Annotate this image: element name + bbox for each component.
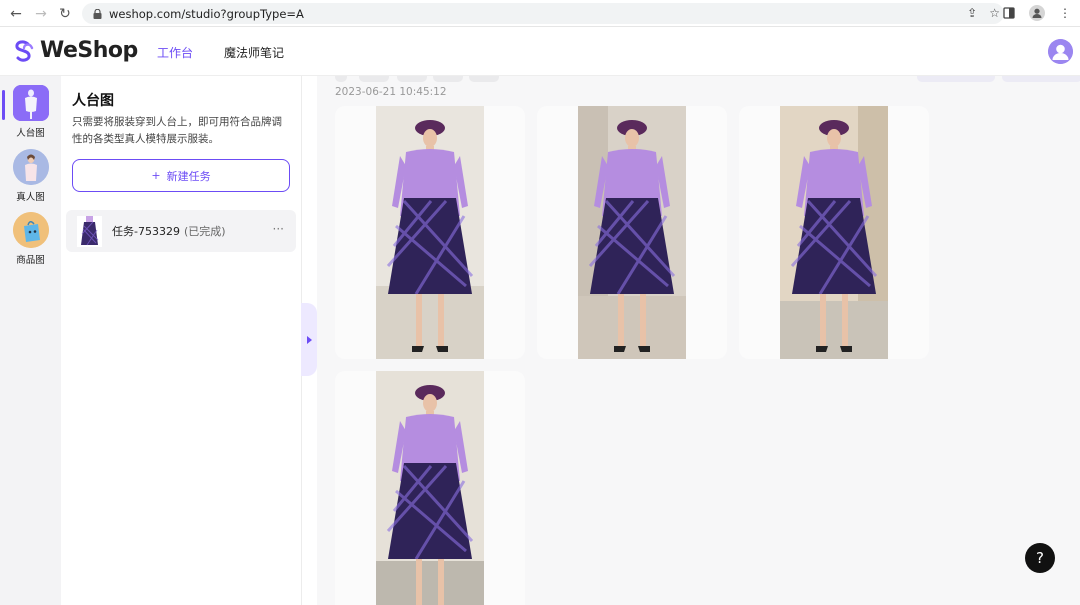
back-icon[interactable]: ← [4,2,28,26]
result-timestamp: 2023-06-21 10:45:12 [335,86,447,98]
result-image-card[interactable] [537,106,727,359]
task-status: (已完成) [183,225,226,238]
category-rail: 人台图 真人图 商品图 [0,76,61,605]
panel-description: 只需要将服装穿到人台上，即可用符合品牌调性的各类型真人模特展示服装。 [72,116,282,145]
task-name: 任务-753329 [112,225,180,238]
rail-label: 商品图 [16,255,45,266]
brand-logo[interactable]: WeShop [12,38,138,63]
toolbar-stub [433,76,463,82]
mannequin-icon [12,85,49,121]
toolbar-stub [469,76,499,82]
task-panel: 人台图 只需要将服装穿到人台上，即可用符合品牌调性的各类型真人模特展示服装。 +… [61,76,302,605]
toolbar-stub [359,76,389,82]
help-button[interactable]: ? [1025,543,1055,573]
toolbar-stub [1002,76,1080,82]
rail-label: 人台图 [16,128,45,139]
nav-magician-notes[interactable]: 魔法师笔记 [224,44,284,61]
bookmark-star-icon[interactable]: ☆ [989,6,1000,20]
brand-name: WeShop [40,38,138,63]
result-image-card[interactable] [335,106,525,359]
rail-item-product[interactable]: 商品图 [0,212,61,266]
browser-menu-icon[interactable]: ⋮ [1056,4,1074,22]
reload-icon[interactable]: ↻ [53,2,77,26]
lock-icon [92,8,102,19]
new-task-label: 新建任务 [166,169,211,183]
panel-collapse-handle[interactable] [301,303,317,376]
plus-icon: + [151,169,161,182]
nav-workbench[interactable]: 工作台 [157,44,193,61]
result-photo [578,106,686,359]
new-task-button[interactable]: + 新建任务 [72,159,290,192]
toolbar-stub [917,76,995,82]
address-bar[interactable]: weshop.com/studio?groupType=A [82,3,1004,24]
browser-toolbar: ← → ↻ weshop.com/studio?groupType=A ⇪ ☆ … [0,0,1080,27]
results-area: 2023-06-21 10:45:12 [317,76,1080,605]
result-image-card[interactable] [739,106,929,359]
task-thumbnail [77,215,102,247]
profile-icon[interactable] [1028,4,1046,22]
toolbar-stub [397,76,427,82]
result-photo [376,371,484,605]
sidepanel-icon[interactable] [1000,4,1018,22]
result-image-card[interactable] [335,371,525,605]
rail-item-real-model[interactable]: 真人图 [0,149,61,203]
real-model-icon [12,149,49,185]
caret-right-icon [306,335,312,344]
app-header: WeShop 工作台 魔法师笔记 [0,28,1080,76]
panel-title: 人台图 [72,93,114,109]
more-options-icon[interactable]: ··· [273,222,284,236]
rail-item-mannequin[interactable]: 人台图 [0,85,61,139]
toolbar-stub [335,76,347,82]
share-icon[interactable]: ⇪ [967,6,977,20]
result-photo [376,106,484,359]
task-list-item[interactable]: 任务-753329 (已完成) ··· [66,210,296,252]
forward-icon[interactable]: → [29,2,53,26]
url-text[interactable]: weshop.com/studio?groupType=A [109,7,304,21]
weshop-logo-icon [15,39,34,62]
product-bag-icon [12,212,49,248]
rail-label: 真人图 [16,192,45,203]
user-avatar[interactable] [1048,39,1073,64]
result-photo [780,106,888,359]
